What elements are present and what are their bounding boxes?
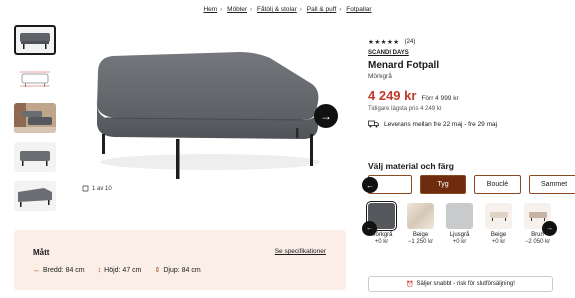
specifications-link[interactable]: Se specifikationer xyxy=(275,248,326,255)
height-text: Höjd: 47 cm xyxy=(104,266,142,274)
breadcrumb-furniture[interactable]: Möbler xyxy=(227,6,247,13)
width-icon: ↔ xyxy=(33,266,40,274)
swatch-name: Ljusgrå xyxy=(449,232,470,238)
swatch-image xyxy=(407,203,434,229)
tab-boucle[interactable]: Bouclé xyxy=(474,175,521,194)
swatch-image xyxy=(446,203,473,229)
thumbnail-ottoman-front[interactable] xyxy=(14,142,56,172)
arrow-left-icon: ← xyxy=(366,225,373,232)
before-price: Förr 4 999 kr xyxy=(421,95,459,102)
swatches-scroll-right-button[interactable]: → xyxy=(542,221,557,236)
sells-fast-text: Säljer snabbt - risk för slutförsäljning… xyxy=(416,281,515,287)
product-image xyxy=(70,22,345,202)
swatch-price: +0 kr xyxy=(452,239,467,246)
truck-icon xyxy=(368,120,379,128)
next-image-button[interactable]: → xyxy=(314,104,338,128)
product-info: ★★★★★ (24) SCANDI DAYS Menard Fotpall Mö… xyxy=(368,38,568,128)
size-title: Mått xyxy=(33,248,50,257)
delivery-info: Leverans mellan fre 22 maj - fre 29 maj xyxy=(368,120,568,128)
breadcrumb-armchairs[interactable]: Fåtölj & stolar xyxy=(257,6,297,13)
material-tabs: Tyg Bouclé Sammet xyxy=(368,175,575,194)
size-panel: Mått Se specifikationer ↔ Bredd: 84 cm ↕ H… xyxy=(14,230,346,290)
depth-icon: ⇕ xyxy=(154,267,161,274)
breadcrumb-poufs[interactable]: Pall & puff xyxy=(307,6,337,13)
price-row: 4 249 kr Förr 4 999 kr xyxy=(368,88,568,103)
price: 4 249 kr xyxy=(368,88,417,103)
swatch-name: Beige xyxy=(412,232,429,238)
swatch-price: +0 kr xyxy=(491,239,506,246)
swatch-beige-ottoman[interactable]: Beige +0 kr xyxy=(485,203,512,246)
tab-tyg[interactable]: Tyg xyxy=(420,175,466,194)
width-text: Bredd: 84 cm xyxy=(43,266,85,274)
tabs-scroll-left-button[interactable]: ← xyxy=(362,177,378,193)
dimension-width: ↔ Bredd: 84 cm xyxy=(33,266,85,274)
breadcrumb: Hem › Möbler › Fåtölj & stolar › Pall & puf… xyxy=(0,6,575,13)
material-title: Välj material och färg xyxy=(368,161,454,171)
swatch-light-grey[interactable]: Ljusgrå +0 kr xyxy=(446,203,473,246)
swatch-price: −2 050 kr xyxy=(524,239,551,246)
expand-icon[interactable] xyxy=(82,185,89,192)
color-swatches: Mörkgrå +0 kr Beige −1 250 kr Ljusgrå +0… xyxy=(366,201,551,246)
swatch-price: −1 250 kr xyxy=(407,239,434,246)
rating-count: (24) xyxy=(404,39,416,45)
thumbnail-ottoman-side[interactable] xyxy=(14,181,56,211)
delivery-text: Leverans mellan fre 22 maj - fre 29 maj xyxy=(384,120,498,128)
thumbnail-ottoman-grey[interactable] xyxy=(14,25,56,55)
swatch-beige[interactable]: Beige −1 250 kr xyxy=(407,203,434,246)
dimensions: ↔ Bredd: 84 cm ↕ Höjd: 47 cm ⇕ Djup: 84 cm xyxy=(33,266,201,275)
thumbnail-list xyxy=(14,25,58,220)
swatches-scroll-left-button[interactable]: ← xyxy=(362,221,377,236)
swatch-price: +0 kr xyxy=(374,239,389,246)
lowest-price: Tidigare lägsta pris 4 249 kr xyxy=(368,106,442,112)
height-icon: ↕ xyxy=(97,266,102,274)
breadcrumb-separator: › xyxy=(339,6,342,13)
arrow-right-icon: → xyxy=(320,109,332,123)
tab-sammet[interactable]: Sammet xyxy=(529,175,575,194)
sells-fast-badge: ⏰ Säljer snabbt - risk för slutförsäljni… xyxy=(368,276,553,292)
breadcrumb-separator: › xyxy=(299,6,302,13)
dimension-depth: ⇕ Djup: 84 cm xyxy=(154,266,201,275)
rating[interactable]: ★★★★★ (24) xyxy=(368,38,568,46)
thumbnail-ottoman-sketch[interactable] xyxy=(14,64,56,94)
thumbnail-living-room[interactable] xyxy=(14,103,56,133)
product-color: Mörkgrå xyxy=(368,73,392,80)
brand-link[interactable]: SCANDI DAYS xyxy=(368,50,568,56)
swatch-image xyxy=(485,203,512,229)
image-counter-text: 1 av 10 xyxy=(92,185,112,192)
alarm-icon: ⏰ xyxy=(406,281,414,288)
arrow-left-icon: ← xyxy=(366,180,374,190)
image-counter: 1 av 10 xyxy=(82,185,112,192)
breadcrumb-separator: › xyxy=(220,6,223,13)
breadcrumb-footstools[interactable]: Fotpallar xyxy=(346,6,371,13)
star-rating-icon: ★★★★★ xyxy=(368,39,400,46)
arrow-right-icon: → xyxy=(546,225,553,232)
breadcrumb-home[interactable]: Hem xyxy=(203,6,217,13)
dimension-height: ↕ Höjd: 47 cm xyxy=(98,266,142,274)
swatch-name: Beige xyxy=(490,232,507,238)
depth-text: Djup: 84 cm xyxy=(163,266,201,274)
breadcrumb-separator: › xyxy=(250,6,253,13)
product-name: Menard Fotpall xyxy=(368,60,440,71)
